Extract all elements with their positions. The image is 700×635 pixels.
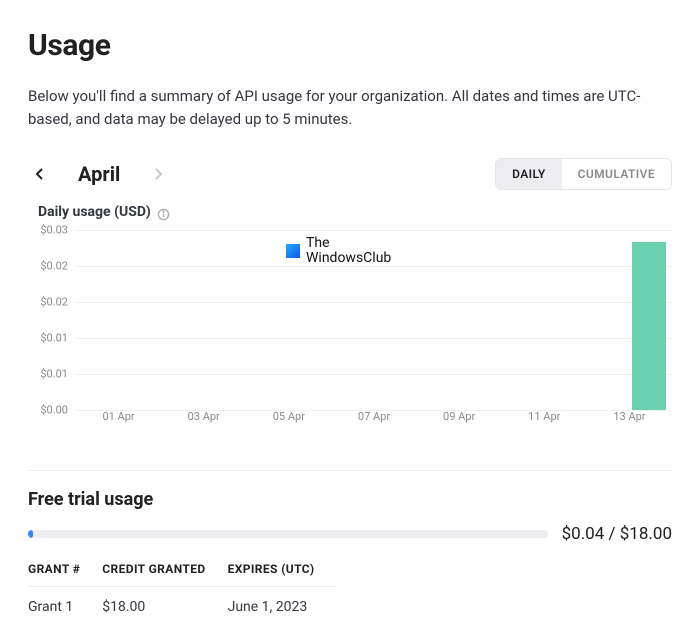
x-tick: 11 Apr: [502, 410, 587, 430]
free-trial-progress: [28, 530, 548, 538]
next-month-button[interactable]: [148, 163, 170, 185]
free-trial-heading: Free trial usage: [28, 489, 672, 510]
page-title: Usage: [28, 28, 672, 63]
cell-credit: $18.00: [102, 587, 227, 616]
x-tick: 05 Apr: [246, 410, 331, 430]
divider: [28, 470, 672, 471]
bar-slot: [122, 230, 168, 410]
page-description: Below you'll find a summary of API usage…: [28, 85, 668, 130]
watermark-line1: The: [306, 236, 391, 251]
x-axis: 01 Apr03 Apr05 Apr07 Apr09 Apr11 Apr13 A…: [76, 410, 672, 430]
y-tick: $0.02: [40, 296, 68, 309]
bar-slot: [214, 230, 260, 410]
month-label: April: [78, 162, 120, 186]
chart-title: Daily usage (USD): [38, 204, 151, 220]
free-trial-progress-fill: [28, 530, 33, 538]
plot-area: The WindowsClub: [76, 230, 672, 410]
usage-bar[interactable]: [632, 242, 666, 410]
free-trial-progress-row: $0.04 / $18.00: [28, 524, 672, 544]
col-expires: EXPIRES (UTC): [228, 562, 337, 587]
x-tick: 09 Apr: [417, 410, 502, 430]
chevron-right-icon: [154, 167, 164, 181]
y-axis: $0.03$0.02$0.02$0.01$0.01$0.00: [28, 230, 76, 410]
table-row: Grant 1$18.00June 1, 2023: [28, 587, 337, 616]
usage-chart: $0.03$0.02$0.02$0.01$0.01$0.00 The Windo…: [28, 230, 672, 430]
y-tick: $0.01: [40, 332, 68, 345]
bar-slot: [443, 230, 489, 410]
col-credit: CREDIT GRANTED: [102, 562, 227, 587]
view-toggle: DAILY CUMULATIVE: [495, 158, 672, 190]
info-icon[interactable]: [157, 206, 170, 219]
windowsclub-logo-icon: [286, 244, 300, 258]
watermark-text: The WindowsClub: [306, 236, 391, 267]
prev-month-button[interactable]: [28, 163, 50, 185]
watermark-line2: WindowsClub: [306, 251, 391, 266]
grants-table: GRANT # CREDIT GRANTED EXPIRES (UTC) Gra…: [28, 562, 337, 615]
cell-expires: June 1, 2023: [228, 587, 337, 616]
y-tick: $0.00: [40, 404, 68, 417]
bar-slot: [489, 230, 535, 410]
x-tick: 07 Apr: [331, 410, 416, 430]
bar-slot: [168, 230, 214, 410]
chevron-left-icon: [34, 167, 44, 181]
bar-slot: [626, 230, 672, 410]
chart-title-row: Daily usage (USD): [38, 204, 672, 220]
y-tick: $0.01: [40, 368, 68, 381]
watermark: The WindowsClub: [286, 236, 391, 267]
bar-slot: [397, 230, 443, 410]
col-grant: GRANT #: [28, 562, 102, 587]
month-row: April DAILY CUMULATIVE: [28, 158, 672, 190]
bar-slot: [534, 230, 580, 410]
tab-daily[interactable]: DAILY: [496, 159, 562, 189]
month-nav: April: [28, 162, 170, 186]
tab-cumulative[interactable]: CUMULATIVE: [562, 159, 671, 189]
x-tick: 13 Apr: [587, 410, 672, 430]
x-tick: 01 Apr: [76, 410, 161, 430]
x-tick: 03 Apr: [161, 410, 246, 430]
free-trial-amount-label: $0.04 / $18.00: [562, 524, 672, 544]
bar-slot: [76, 230, 122, 410]
cell-grant: Grant 1: [28, 587, 102, 616]
y-tick: $0.03: [40, 224, 68, 237]
bar-slot: [580, 230, 626, 410]
y-tick: $0.02: [40, 260, 68, 273]
